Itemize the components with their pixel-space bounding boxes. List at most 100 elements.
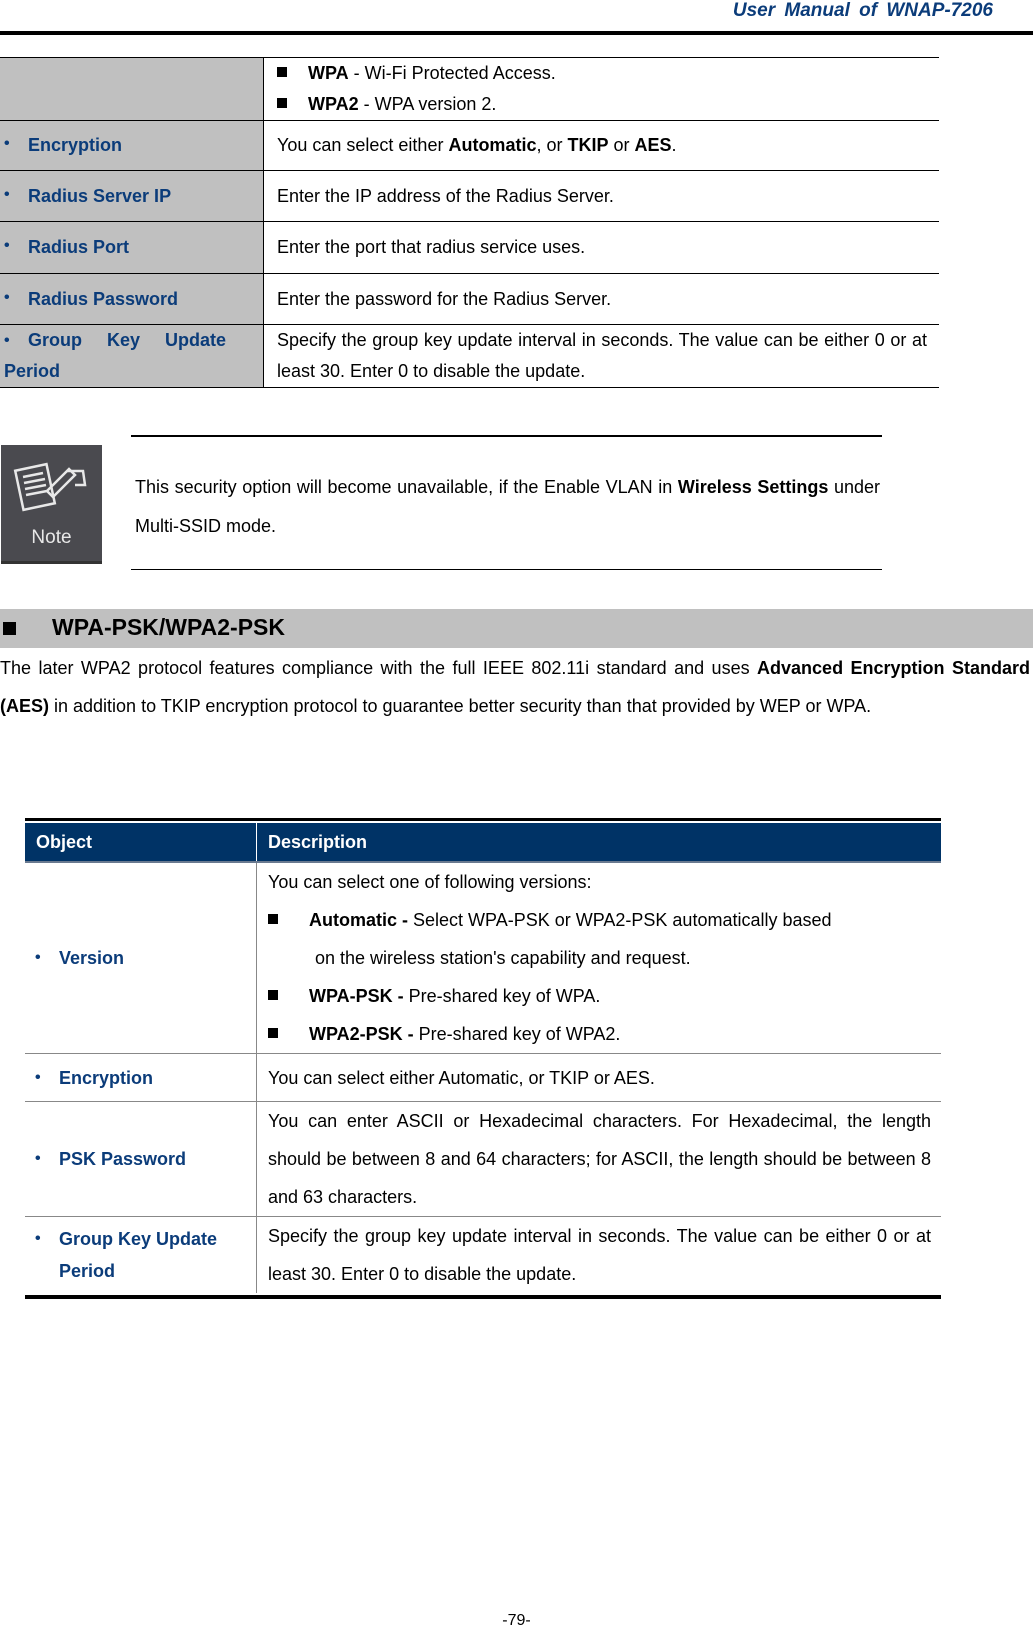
object-label-line: Period xyxy=(4,361,61,381)
object-label: Version xyxy=(59,948,125,968)
list-item: Automatic - Select WPA-PSK or WPA2-PSK a… xyxy=(268,901,931,939)
table-row: • Radius Password Enter the password for … xyxy=(0,273,939,325)
section-heading: WPA-PSK/WPA2-PSK xyxy=(0,609,1033,648)
table-row: • Radius Server IP Enter the IP address o… xyxy=(0,170,939,222)
object-label: Radius Server IP xyxy=(28,185,172,206)
desc-text: . xyxy=(671,135,677,155)
object-cell: • Encryption xyxy=(25,1053,257,1102)
bullet-icon: • xyxy=(35,1230,41,1247)
desc-intro: You can select one of following versions… xyxy=(268,872,592,892)
table-row: • Group Key Update Period Specify the grou… xyxy=(0,324,939,388)
desc-bold: Automatic xyxy=(448,135,537,155)
object-cell: • Radius Port xyxy=(0,221,264,274)
note-text: This security option will become unavail… xyxy=(135,468,880,546)
item-term: WPA xyxy=(308,63,349,83)
wpa-settings-table: WPA - Wi-Fi Protected Access. WPA2 - WPA… xyxy=(0,57,939,388)
table-top-rule xyxy=(25,818,941,821)
object-label: Radius Password xyxy=(28,288,179,309)
wpa-psk-table-grid: Object Description • Version You can sele… xyxy=(25,823,941,1293)
table-header-row: Object Description xyxy=(25,823,941,863)
object-label: Group Key Update Period xyxy=(59,1223,217,1287)
object-cell: • Version xyxy=(25,862,257,1054)
object-label-line: Group Key Update xyxy=(59,1229,218,1249)
bullet-icon: • xyxy=(35,949,41,966)
item-text: Pre-shared key of WPA. xyxy=(408,986,601,1006)
page-number: -79- xyxy=(502,1612,531,1629)
column-header-object: Object xyxy=(25,823,257,863)
desc-bold: AES xyxy=(634,135,672,155)
object-cell: • Encryption xyxy=(0,120,264,171)
square-bullet-icon xyxy=(3,622,16,635)
bullet-icon: • xyxy=(35,1150,41,1167)
object-label: Encryption xyxy=(28,135,123,155)
table-row: • Radius Port Enter the port that radius … xyxy=(0,221,939,274)
note-top-rule xyxy=(131,435,882,437)
bullet-icon: • xyxy=(4,135,10,152)
description-cell: Enter the IP address of the Radius Serve… xyxy=(263,170,939,222)
table-row: • Version You can select one of following… xyxy=(25,862,941,1054)
list-item: WPA2-PSK - Pre-shared key of WPA2. xyxy=(268,1015,931,1053)
item-term: WPA2 xyxy=(308,94,359,114)
object-cell: • Group Key Update Period xyxy=(0,324,264,388)
table-row: • Encryption You can select either Automa… xyxy=(25,1053,941,1102)
header-rule xyxy=(0,31,1033,35)
list-item-continuation: on the wireless station's capability and… xyxy=(315,948,691,968)
bullet-icon: • xyxy=(4,237,10,254)
list-item: WPA - Wi-Fi Protected Access. xyxy=(277,58,939,89)
square-bullet-icon xyxy=(277,67,287,78)
bullet-icon: • xyxy=(4,288,10,306)
description-cell: You can select either Automatic, or TKIP… xyxy=(263,120,939,171)
bullet-icon: • xyxy=(35,1068,41,1086)
note-bottom-rule xyxy=(131,569,882,570)
bullet-icon: • xyxy=(4,332,10,349)
square-bullet-icon xyxy=(268,990,278,1001)
description-cell: Enter the password for the Radius Server… xyxy=(263,273,939,325)
list-item: WPA2 - WPA version 2. xyxy=(277,89,939,120)
column-header-description: Description xyxy=(256,823,941,863)
description-cell: Specify the group key update interval in… xyxy=(263,324,939,388)
object-label-line: Group Key Update xyxy=(28,330,227,350)
notepad-pen-icon xyxy=(13,462,87,512)
description-cell: Specify the group key update interval in… xyxy=(256,1216,941,1293)
object-cell: • Group Key Update Period xyxy=(25,1216,257,1293)
section-title: WPA-PSK/WPA2-PSK xyxy=(52,614,285,640)
desc-text: , or xyxy=(536,135,568,155)
para-text: The later WPA2 protocol features complia… xyxy=(0,658,758,678)
note-text-part: This security option will become unavail… xyxy=(135,477,678,497)
description-cell: Enter the port that radius service uses. xyxy=(263,221,939,274)
description-cell: WPA - Wi-Fi Protected Access. WPA2 - WPA… xyxy=(263,57,939,121)
item-term: WPA-PSK - xyxy=(309,986,409,1006)
desc-text: You can select either xyxy=(277,135,449,155)
square-bullet-icon xyxy=(268,1028,278,1039)
object-label: Radius Port xyxy=(28,237,130,257)
object-cell xyxy=(0,57,264,121)
description-cell: You can select either Automatic, or TKIP… xyxy=(256,1053,941,1102)
description-cell: You can enter ASCII or Hexadecimal chara… xyxy=(256,1101,941,1217)
note-icon: Note xyxy=(1,445,102,564)
object-cell: • PSK Password xyxy=(25,1101,257,1217)
section-paragraph: The later WPA2 protocol features complia… xyxy=(0,649,1030,725)
item-text: - WPA version 2. xyxy=(358,94,497,114)
object-label: PSK Password xyxy=(59,1149,187,1169)
square-bullet-icon xyxy=(277,98,287,109)
table-bottom-rule xyxy=(25,1295,941,1299)
list-item: WPA-PSK - Pre-shared key of WPA. xyxy=(268,977,931,1015)
item-term: Automatic - xyxy=(309,910,414,930)
object-cell: • Radius Password xyxy=(0,273,264,325)
object-label-line: Period xyxy=(59,1261,116,1281)
note-bold-term: Wireless Settings xyxy=(677,477,829,497)
desc-text: or xyxy=(608,135,635,155)
description-cell: You can select one of following versions… xyxy=(257,862,942,1054)
wpa-psk-table: Object Description • Version You can sele… xyxy=(25,818,941,1299)
table-row: • PSK Password You can enter ASCII or Hex… xyxy=(25,1101,941,1217)
object-label: Encryption xyxy=(59,1067,154,1088)
object-label: Group Key Update Period xyxy=(4,325,227,387)
item-text: - Wi-Fi Protected Access. xyxy=(348,63,556,83)
desc-bold: TKIP xyxy=(567,135,609,155)
note-label: Note xyxy=(31,527,72,548)
square-bullet-icon xyxy=(268,914,278,925)
item-text: Select WPA-PSK or WPA2-PSK automatically… xyxy=(413,910,832,930)
manual-header-title: User Manual of WNAP-7206 xyxy=(732,0,993,21)
bullet-icon: • xyxy=(4,185,10,203)
object-cell: • Radius Server IP xyxy=(0,170,264,222)
